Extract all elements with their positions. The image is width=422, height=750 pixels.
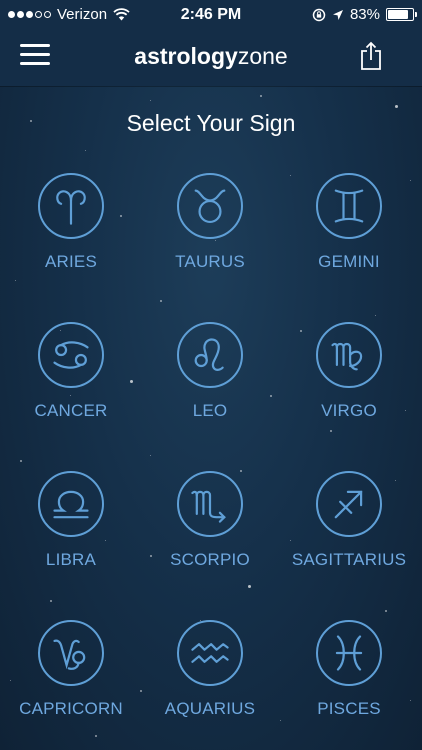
sign-circle [38,620,104,686]
sign-label: PISCES [317,699,381,718]
brand-light: zone [237,43,288,69]
pisces-icon [335,635,363,671]
sign-label: LEO [192,401,228,420]
taurus-icon [194,189,226,224]
sign-capricorn-button[interactable]: CAPRICORN [6,620,136,719]
sign-label: CANCER [34,401,108,420]
rotation-lock-icon [312,8,326,21]
sign-label: GEMINI [318,252,380,271]
page-title: Select Your Sign [126,110,296,136]
sign-virgo-button[interactable]: VIRGO [284,322,414,421]
sign-label: AQUARIUS [164,699,256,718]
location-icon [332,9,343,20]
sign-leo-button[interactable]: LEO [145,322,275,421]
sign-label: CAPRICORN [19,699,123,718]
sign-pisces-button[interactable]: PISCES [284,620,414,719]
sign-circle [177,620,243,686]
sign-aquarius-button[interactable]: AQUARIUS [145,620,275,719]
share-icon[interactable] [360,41,382,71]
nav-bar: astrologyzone [0,30,422,86]
sign-circle [38,471,104,537]
sign-label: SCORPIO [170,550,250,569]
capricorn-icon [53,639,86,670]
gemini-icon [334,189,364,223]
sign-circle [316,173,382,239]
virgo-icon [331,342,363,371]
battery-level [388,10,408,19]
sign-label: SAGITTARIUS [291,550,407,569]
sign-label: TAURUS [175,252,245,271]
sign-label: LIBRA [45,550,97,569]
brand-bold: astrology [134,43,238,69]
battery-percent: 83% [349,6,380,23]
cancer-icon [53,341,89,369]
sign-circle [316,322,382,388]
libra-icon [53,490,89,519]
sign-gemini-button[interactable]: GEMINI [284,173,414,272]
leo-icon [194,338,224,371]
status-bar: Verizon 2:46 PM 83% [0,0,422,30]
aquarius-icon [191,643,229,663]
sign-scorpio-button[interactable]: SCORPIO [145,471,275,570]
sign-label: ARIES [44,252,98,271]
aries-icon [56,190,86,225]
sign-circle [38,322,104,388]
sign-libra-button[interactable]: LIBRA [6,471,136,570]
battery-icon [386,8,417,21]
sign-aries-button[interactable]: ARIES [6,173,136,272]
sign-circle [177,173,243,239]
sign-circle [177,322,243,388]
sagittarius-icon [334,490,363,519]
sign-circle [316,471,382,537]
sign-sagittarius-button[interactable]: SAGITTARIUS [284,471,414,570]
brand-logo: astrologyzone [0,43,422,70]
sign-cancer-button[interactable]: CANCER [6,322,136,421]
screen: Verizon 2:46 PM 83% astrologyzone Select… [0,0,422,750]
sign-circle [38,173,104,239]
sign-circle [177,471,243,537]
scorpio-icon [191,490,226,523]
sign-label: VIRGO [321,401,377,420]
sign-taurus-button[interactable]: TAURUS [145,173,275,272]
status-right: 83% [312,6,417,23]
sign-circle [316,620,382,686]
